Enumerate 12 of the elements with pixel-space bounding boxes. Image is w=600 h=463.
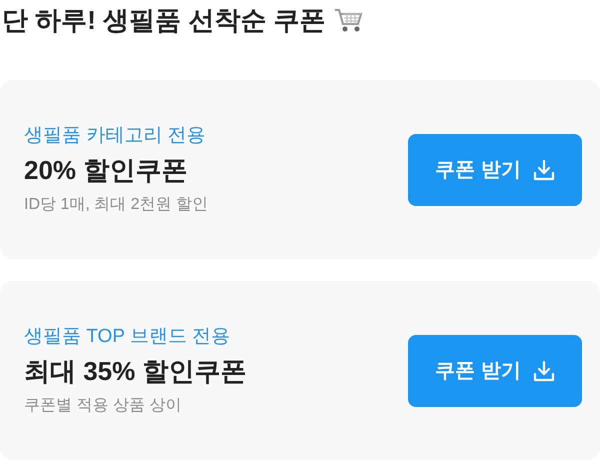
coupon-category: 생필품 카테고리 전용: [24, 124, 207, 148]
shopping-cart-icon: [334, 7, 364, 33]
download-coupon-button[interactable]: 쿠폰 받기: [408, 134, 582, 206]
coupon-note: 쿠폰별 적용 상품 상이: [24, 396, 182, 416]
coupon-title: 20% 할인쿠폰: [24, 154, 188, 187]
coupon-title: 최대 35% 할인쿠폰: [24, 355, 246, 388]
download-icon: [532, 158, 555, 180]
download-icon: [532, 360, 555, 382]
download-coupon-button[interactable]: 쿠폰 받기: [408, 334, 582, 406]
page-heading: 단 하루! 생필품 선착순 쿠폰: [2, 7, 326, 33]
coupon-note: ID당 1매, 최대 2천원 할인: [24, 194, 208, 215]
coupon-category: 생필품 TOP 브랜드 전용: [24, 325, 232, 350]
